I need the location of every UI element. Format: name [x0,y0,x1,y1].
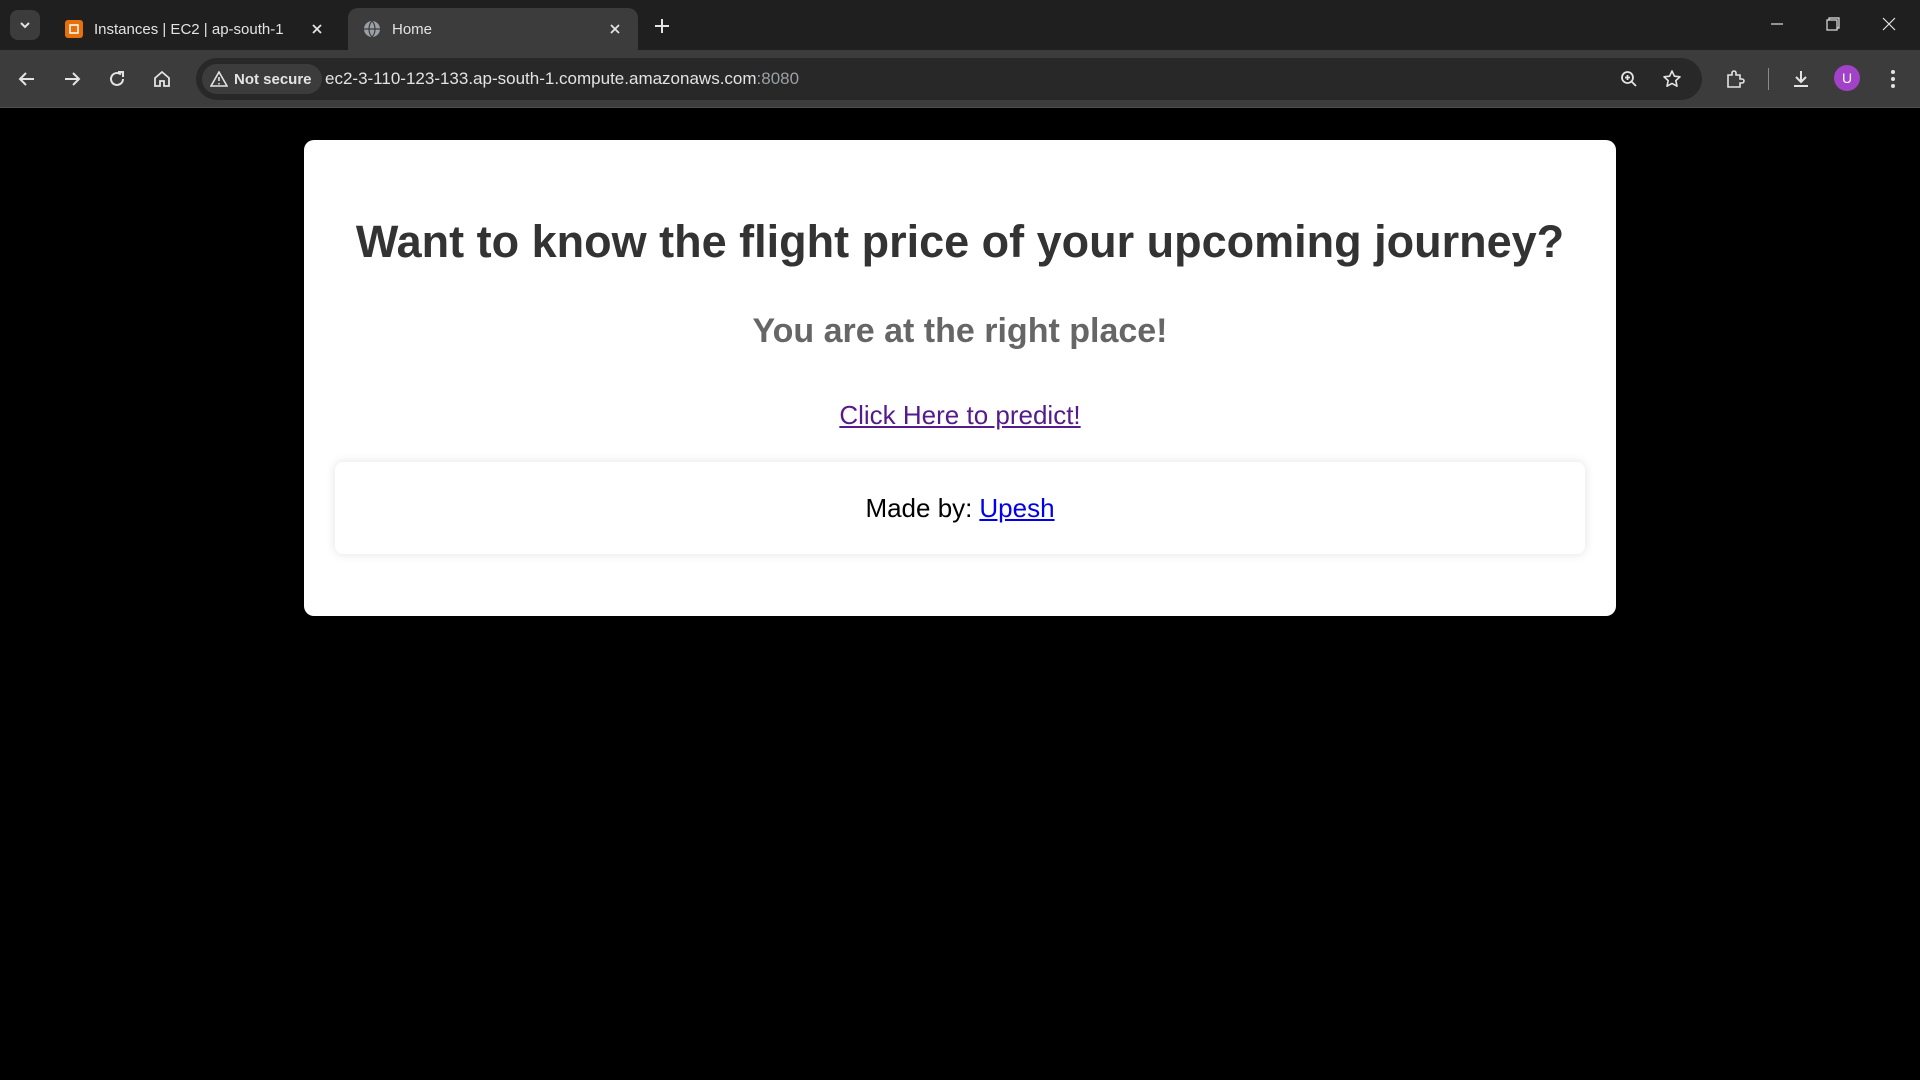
security-label: Not secure [234,70,312,88]
menu-button[interactable] [1876,62,1910,96]
toolbar-separator [1768,68,1769,90]
tab-title: Instances | EC2 | ap-south-1 [94,20,284,38]
close-icon[interactable] [604,18,626,40]
extensions-button[interactable] [1718,62,1752,96]
page-title: Want to know the flight price of your up… [355,216,1565,267]
close-icon[interactable] [306,18,328,40]
predict-link-container: Click Here to predict! [304,400,1616,431]
reload-button[interactable] [100,62,134,96]
security-chip[interactable]: Not secure [202,64,322,94]
tab-ec2-instances[interactable]: Instances | EC2 | ap-south-1 [50,8,340,50]
address-bar[interactable]: Not secure ec2-3-110-123-133.ap-south-1.… [196,58,1702,100]
minimize-icon [1770,17,1784,31]
forward-button[interactable] [55,62,89,96]
puzzle-icon [1725,69,1745,89]
browser-toolbar: Not secure ec2-3-110-123-133.ap-south-1.… [0,50,1920,108]
url-text[interactable]: ec2-3-110-123-133.ap-south-1.compute.ama… [325,69,799,89]
url-port: :8080 [756,69,800,88]
made-by-label: Made by: [865,492,973,523]
profile-avatar[interactable]: U [1834,65,1860,91]
tab-home[interactable]: Home [348,8,638,50]
star-icon [1662,69,1682,89]
zoom-button[interactable] [1616,66,1642,92]
minimize-button[interactable] [1754,6,1800,42]
tab-strip: Instances | EC2 | ap-south-1 Home [0,0,1920,50]
back-button[interactable] [10,62,44,96]
arrow-left-icon [18,70,36,88]
aws-ec2-icon [64,19,84,39]
tab-title: Home [392,20,433,38]
tab-search-button[interactable] [10,10,40,40]
chevron-down-icon [18,18,32,32]
globe-icon [362,19,382,39]
content-card: Want to know the flight price of your up… [304,140,1616,616]
predict-link[interactable]: Click Here to predict! [839,400,1080,430]
reload-icon [108,70,126,88]
download-icon [1791,69,1811,89]
page-subtitle: You are at the right place! [752,312,1168,350]
downloads-button[interactable] [1784,62,1818,96]
new-tab-button[interactable] [648,12,676,40]
close-icon [1882,17,1896,31]
home-icon [153,70,171,88]
zoom-in-icon [1620,70,1638,88]
url-host: ec2-3-110-123-133.ap-south-1.compute.ama… [325,69,757,88]
bookmark-button[interactable] [1659,66,1685,92]
restore-button[interactable] [1810,6,1856,42]
author-link[interactable]: Upesh [979,493,1054,524]
more-vertical-icon [1890,69,1896,89]
plus-icon [654,18,670,34]
footer: Made by: Upesh [335,462,1585,554]
home-button[interactable] [145,62,179,96]
arrow-right-icon [63,70,81,88]
warning-icon [210,71,228,87]
restore-icon [1826,17,1840,31]
close-window-button[interactable] [1866,6,1912,42]
